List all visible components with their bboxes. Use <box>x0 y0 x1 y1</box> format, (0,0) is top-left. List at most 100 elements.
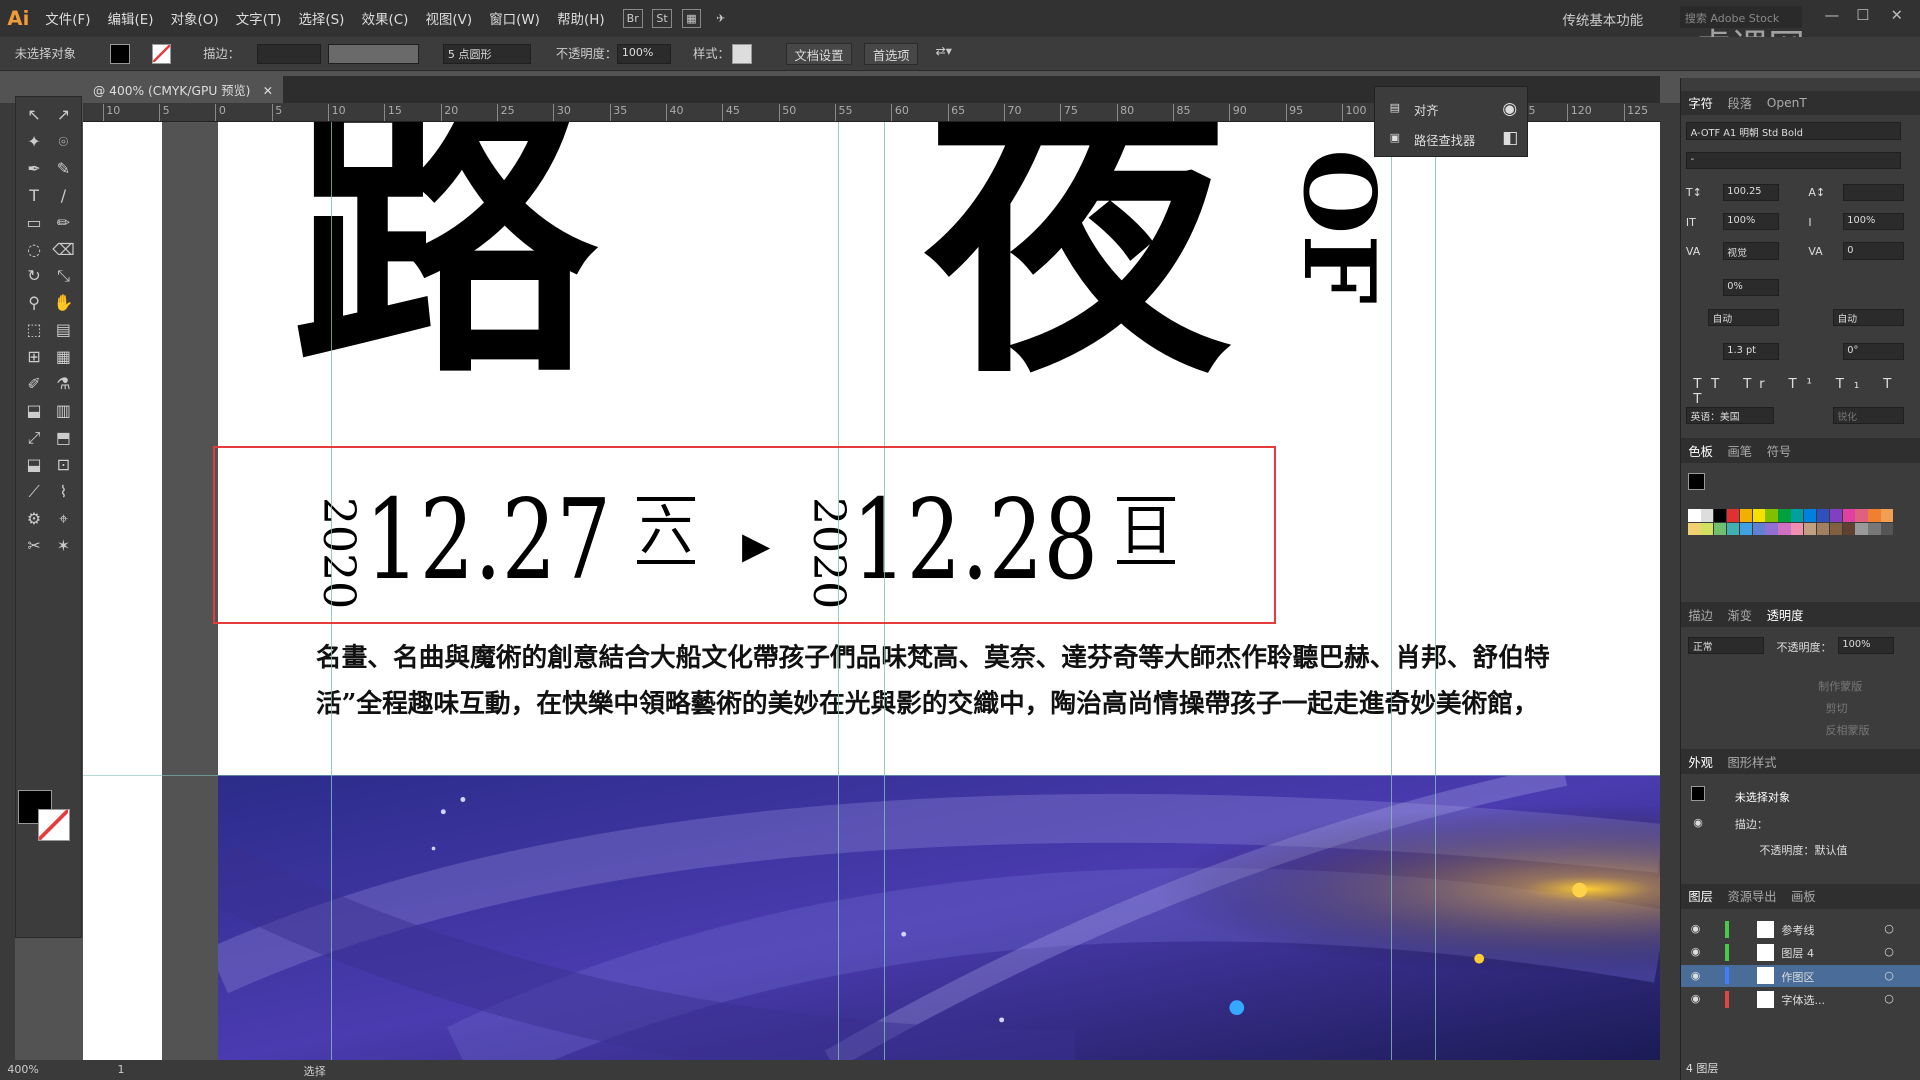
color-swatch[interactable] <box>1739 509 1752 522</box>
visibility-eye-icon[interactable]: ◉ <box>1693 816 1703 829</box>
color-swatch[interactable] <box>1804 509 1817 522</box>
align-icon[interactable]: ▤ <box>1390 101 1400 114</box>
tab-close-icon[interactable]: ✕ <box>263 84 273 98</box>
tool-icon[interactable]: ▥ <box>52 400 74 422</box>
tool-icon[interactable]: ⚲ <box>23 292 45 314</box>
close-icon[interactable]: ✕ <box>1891 7 1903 24</box>
tool-icon[interactable]: ⬒ <box>52 427 74 449</box>
invert-mask-checkbox[interactable]: 反相蒙版 <box>1825 722 1869 738</box>
tab-graphic-styles[interactable]: 图形样式 <box>1720 753 1784 771</box>
clip-checkbox[interactable]: 剪切 <box>1825 700 1847 716</box>
tool-icon[interactable]: ⬓ <box>23 400 45 422</box>
tool-icon[interactable]: ⟋ <box>23 481 45 503</box>
color-swatch[interactable] <box>1816 509 1830 522</box>
tool-icon[interactable]: ⬓ <box>23 454 45 476</box>
stroke-color-box[interactable] <box>37 808 70 841</box>
transparency-opacity-field[interactable]: 100% <box>1837 636 1895 654</box>
tsume-field[interactable]: 0% <box>1722 279 1779 297</box>
color-swatch[interactable] <box>1726 522 1740 536</box>
menu-item[interactable]: 选择(S) <box>290 8 353 28</box>
guide-line-horizontal[interactable] <box>83 775 1661 777</box>
tool-icon[interactable]: ✋ <box>52 292 74 314</box>
color-swatch[interactable] <box>1714 522 1727 536</box>
gpu-icon[interactable]: ✈ <box>711 9 731 29</box>
style-swatch[interactable] <box>732 44 752 64</box>
color-swatch[interactable] <box>1829 509 1842 522</box>
layer-target-icon[interactable]: ○ <box>1884 922 1894 935</box>
layer-name[interactable]: 参考线 <box>1781 922 1814 938</box>
tool-icon[interactable]: ▭ <box>23 212 45 234</box>
color-swatch[interactable] <box>1855 509 1868 522</box>
menu-item[interactable]: 文字(T) <box>227 8 290 28</box>
tracking-field[interactable]: 0 <box>1842 242 1904 260</box>
tool-icon[interactable]: ✒ <box>23 158 45 180</box>
layer-name[interactable]: 作图区 <box>1781 969 1814 985</box>
tab-symbols[interactable]: 符号 <box>1759 442 1798 460</box>
tool-icon[interactable]: / <box>52 185 74 207</box>
layer-target-icon[interactable]: ○ <box>1884 969 1894 982</box>
guide-line[interactable] <box>1391 122 1393 1061</box>
pathfinder-icon[interactable]: ▣ <box>1390 131 1400 144</box>
tool-icon[interactable]: ✐ <box>23 373 45 395</box>
paragraph-line-1[interactable]: 名畫、名曲與魔術的創意結合大船文化帶孩子們品味梵高、莫奈、達芬奇等大師杰作聆聽巴… <box>316 637 1550 674</box>
appearance-stroke[interactable]: 描边： <box>1735 816 1768 832</box>
layer-name[interactable]: 图层 4 <box>1781 945 1814 961</box>
workspace-switcher[interactable]: 传统基本功能 <box>1562 9 1643 29</box>
color-swatch[interactable] <box>1868 509 1881 522</box>
color-swatch[interactable] <box>1804 522 1817 536</box>
tool-icon[interactable]: ⤡ <box>52 265 74 287</box>
document-tab[interactable]: @ 400% (CMYK/GPU 预览) ✕ <box>83 75 283 103</box>
space-illustration[interactable] <box>217 775 1661 1061</box>
layer-eye-icon[interactable]: ◉ <box>1691 922 1701 935</box>
tool-icon[interactable]: ⚗ <box>52 373 74 395</box>
tool-icon[interactable]: ⌫ <box>52 239 75 261</box>
text-style-buttons[interactable]: TT Tr T¹ T₁ T T <box>1693 377 1920 407</box>
pathfinder-panel-label[interactable]: 路径查找器 <box>1414 131 1475 149</box>
color-swatch[interactable] <box>1881 522 1894 536</box>
opacity-field[interactable]: 100% <box>617 44 672 64</box>
layer-target-icon[interactable]: ○ <box>1884 992 1894 1005</box>
aki-right-field[interactable]: 自动 <box>1832 308 1904 326</box>
layer-row[interactable]: ◉ 字体选... ○ <box>1681 988 1920 1010</box>
blend-mode-select[interactable]: 正常 <box>1688 636 1765 654</box>
variable-width-field[interactable] <box>328 44 419 64</box>
tool-icon[interactable]: T <box>23 185 45 207</box>
tab-layers[interactable]: 图层 <box>1681 887 1720 905</box>
menu-item[interactable]: 文件(F) <box>37 8 99 28</box>
tool-icon[interactable]: ◌ <box>23 239 45 261</box>
vertical-ruler[interactable] <box>0 102 15 1061</box>
appearance-opacity[interactable]: 不透明度：默认值 <box>1759 842 1847 858</box>
layer-eye-icon[interactable]: ◉ <box>1691 969 1701 982</box>
menu-item[interactable]: 效果(C) <box>353 8 417 28</box>
of-text[interactable]: OF <box>1281 149 1396 304</box>
document-setup-button[interactable]: 文档设置 <box>786 42 852 65</box>
baseline-shift-field[interactable]: 1.3 pt <box>1722 342 1779 360</box>
tool-icon[interactable]: ⤢ <box>23 427 45 449</box>
tool-icon[interactable]: ↖ <box>23 104 45 126</box>
tool-icon[interactable]: ↗ <box>52 104 74 126</box>
tab-appearance[interactable]: 外观 <box>1681 753 1720 771</box>
tab-character[interactable]: 字符 <box>1681 94 1720 112</box>
color-swatch[interactable] <box>1701 509 1714 522</box>
brush-select[interactable]: 5 点圆形 <box>443 44 532 64</box>
tool-icon[interactable]: ⊞ <box>23 346 45 368</box>
color-swatch[interactable] <box>1842 522 1855 536</box>
tab-brushes[interactable]: 画笔 <box>1720 442 1759 460</box>
tool-icon[interactable]: ⊡ <box>52 454 74 476</box>
stroke-swatch[interactable] <box>151 44 172 64</box>
font-size-field[interactable]: 100.25 <box>1722 183 1779 201</box>
color-swatch[interactable] <box>1752 509 1765 522</box>
tab-stroke[interactable]: 描边 <box>1681 606 1720 624</box>
swatch-grid[interactable] <box>1688 509 1899 563</box>
layer-eye-icon[interactable]: ◉ <box>1691 945 1701 958</box>
layer-name[interactable]: 字体选... <box>1781 992 1825 1008</box>
color-swatch[interactable] <box>1842 509 1855 522</box>
tab-artboards[interactable]: 画板 <box>1784 887 1823 905</box>
color-swatch[interactable] <box>1701 522 1714 536</box>
layer-eye-icon[interactable]: ◉ <box>1691 992 1701 1005</box>
preferences-button[interactable]: 首选项 <box>864 42 918 65</box>
paragraph-line-2[interactable]: 活”全程趣味互動，在快樂中領略藝術的美妙在光與影的交織中，陶治高尚情操帶孩子一起… <box>316 683 1539 720</box>
layer-row[interactable]: ◉ 图层 4 ○ <box>1681 942 1920 964</box>
color-swatch[interactable] <box>1765 522 1778 536</box>
fill-swatch[interactable] <box>110 44 130 64</box>
